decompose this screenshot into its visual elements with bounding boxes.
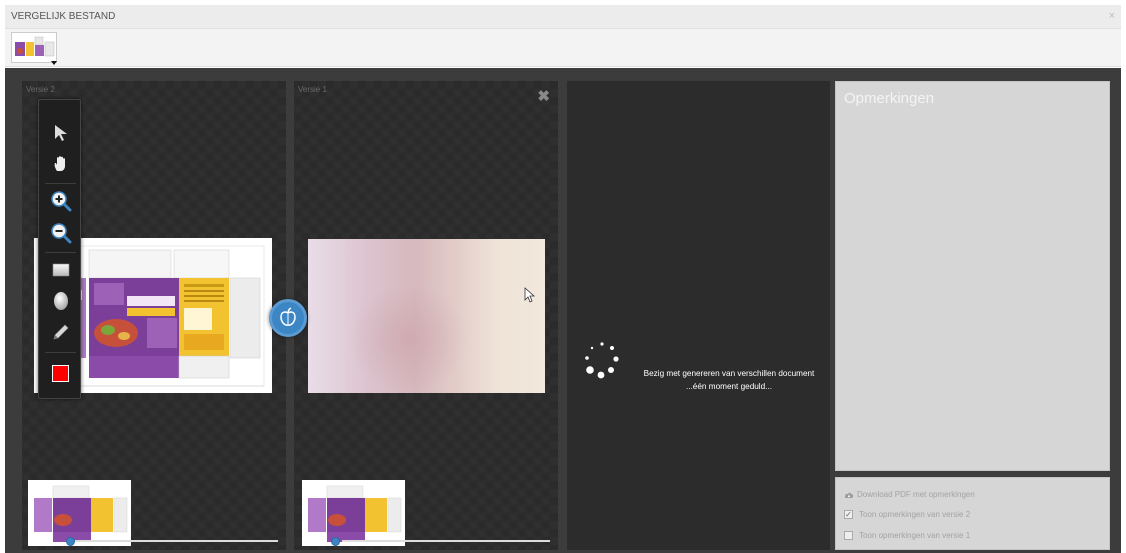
show-remarks-v1-label: Toon opmerkingen van versie 1 <box>859 531 971 540</box>
select-arrow-icon[interactable] <box>48 120 73 145</box>
zoom-slider-knob-right[interactable] <box>331 537 340 546</box>
show-remarks-v2-option[interactable]: ✓ Toon opmerkingen van versie 2 <box>844 510 970 519</box>
window-title: VERGELIJK BESTAND <box>11 11 116 22</box>
toolbar-divider <box>45 352 76 353</box>
loading-status-line-1: Bezig met genereren van verschillen docu… <box>643 369 815 378</box>
loading-status-line-2: ...één moment geduld... <box>685 382 773 391</box>
zoom-slider-track-right[interactable] <box>342 540 550 542</box>
minimap-version-2[interactable] <box>28 480 131 546</box>
zoom-in-icon[interactable] <box>48 188 73 213</box>
loading-spinner-icon <box>585 342 619 379</box>
caret-down-icon[interactable] <box>51 61 57 65</box>
toolbar-divider <box>45 183 76 184</box>
document-thumbnail-icon[interactable] <box>11 32 57 63</box>
show-remarks-v1-checkbox[interactable] <box>844 531 853 540</box>
window-close-icon[interactable]: × <box>1109 10 1115 22</box>
difference-panel <box>567 81 830 550</box>
show-remarks-v2-label: Toon opmerkingen van versie 2 <box>859 510 971 519</box>
show-remarks-v1-option[interactable]: Toon opmerkingen van versie 1 <box>844 531 970 540</box>
color-swatch-icon[interactable] <box>48 361 73 386</box>
document-preview-version-1[interactable] <box>308 239 545 393</box>
toolbar-divider <box>45 252 76 253</box>
download-pdf-link[interactable]: Download PDF met opmerkingen <box>844 490 975 499</box>
window-titlebar: VERGELIJK BESTAND × <box>5 5 1121 29</box>
annotation-toolbar <box>38 99 81 399</box>
rectangle-icon[interactable] <box>48 257 73 282</box>
zoom-slider-track-left[interactable] <box>70 540 278 542</box>
minimap-version-1[interactable] <box>302 480 405 546</box>
close-icon[interactable]: ✖ <box>537 89 550 104</box>
compare-apples-icon <box>280 307 296 326</box>
cloud-download-icon <box>844 492 854 498</box>
mouse-cursor-icon <box>524 287 536 303</box>
compare-button[interactable] <box>269 299 307 337</box>
remarks-panel: Opmerkingen <box>835 81 1110 471</box>
ellipse-icon[interactable] <box>48 288 73 313</box>
download-pdf-label: Download PDF met opmerkingen <box>857 490 975 499</box>
pan-hand-icon[interactable] <box>48 151 73 176</box>
panel-version-1-label: Versie 1 <box>298 85 327 94</box>
zoom-slider-knob-left[interactable] <box>66 537 75 546</box>
zoom-out-icon[interactable] <box>48 220 73 245</box>
panel-version-2-label: Versie 2 <box>26 85 55 94</box>
file-thumbnail-strip <box>5 29 1121 67</box>
remarks-options: Download PDF met opmerkingen ✓ Toon opme… <box>835 477 1110 550</box>
show-remarks-v2-checkbox[interactable]: ✓ <box>844 510 853 519</box>
loading-status: Bezig met genereren van verschillen docu… <box>634 367 824 393</box>
remarks-title: Opmerkingen <box>844 90 935 107</box>
pencil-icon[interactable] <box>48 319 73 344</box>
